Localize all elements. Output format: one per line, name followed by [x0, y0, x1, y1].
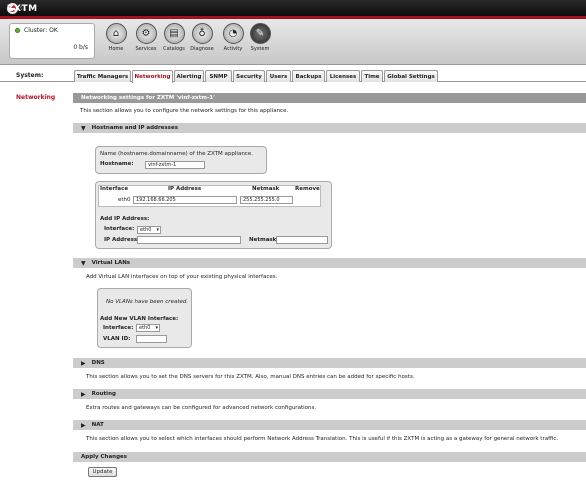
routing-section-title: Routing — [91, 391, 116, 397]
house-icon: ⌂ — [105, 23, 127, 44]
vlan-interface-label: Interface: — [103, 325, 134, 331]
apply-section-title: Apply Changes — [81, 454, 128, 460]
vlan-id-label: VLAN ID: — [103, 336, 131, 342]
apply-section-header: Apply Changes — [73, 452, 586, 462]
hostname-label: Hostname: — [100, 161, 134, 167]
nav-diagnose-button[interactable]: ♁ Diagnose — [189, 23, 215, 52]
col-ip-address: IP Address — [168, 186, 202, 192]
page-title: Networking settings for ZXTM 'vinf-zxtm-… — [73, 93, 586, 103]
services-icon: ⚙ — [135, 23, 157, 44]
col-interface: Interface — [100, 186, 129, 192]
col-remove: Remove — [295, 186, 320, 192]
vlan-desc: Add Virtual LAN interfaces on top of you… — [86, 274, 278, 280]
dns-desc: This section allows you to set the DNS s… — [86, 374, 415, 380]
nav-system-button[interactable]: ✎ System — [247, 23, 273, 52]
tab-global-settings[interactable]: Global Settings — [384, 70, 438, 82]
routing-desc: Extra routes and gateways can be configu… — [86, 405, 317, 411]
vlan-section-header[interactable]: ▼ Virtual LANs — [73, 258, 586, 268]
add-ip-title: Add IP Address: — [100, 216, 150, 222]
update-button[interactable]: Update — [88, 467, 117, 477]
row-interface: eth0 — [118, 197, 131, 203]
zxtm-logo: ZXTM 5.1 — [7, 3, 37, 14]
tab-alerting[interactable]: Alerting — [174, 70, 204, 82]
nav-home-button[interactable]: ⌂ Home — [103, 23, 129, 52]
tab-traffic-managers[interactable]: Traffic Managers — [74, 70, 131, 82]
hostname-section-header[interactable]: ▼ Hostname and IP addresses — [73, 123, 586, 133]
hostname-section-title: Hostname and IP addresses — [91, 125, 178, 131]
collapsed-arrow-icon: ▶ — [81, 359, 86, 367]
vlan-empty-text: No VLANs have been created. — [106, 299, 189, 305]
nav-system-label: System — [250, 46, 270, 52]
tab-backups[interactable]: Backups — [292, 70, 325, 82]
add-ip-address-input[interactable] — [137, 236, 241, 244]
page-title-text: Networking settings for ZXTM 'vinf-zxtm-… — [81, 95, 215, 101]
vlan-section-title: Virtual LANs — [91, 260, 131, 266]
nat-section-title: NAT — [91, 422, 104, 428]
add-ip-netmask-label: Netmask: — [249, 237, 279, 243]
cluster-status-box[interactable]: Cluster: OK 0 b/s — [9, 23, 95, 59]
gauge-icon: ◔ — [222, 23, 244, 44]
tab-licenses[interactable]: Licenses — [326, 70, 360, 82]
expanded-arrow-icon: ▼ — [81, 124, 86, 132]
add-ip-netmask-input[interactable] — [276, 236, 328, 244]
expanded-arrow-icon: ▼ — [81, 259, 86, 267]
tab-networking[interactable]: Networking — [132, 70, 173, 83]
dns-section-header[interactable]: ▶ DNS — [73, 358, 586, 368]
catalogs-icon: ▤ — [163, 23, 185, 44]
vlan-id-input[interactable] — [136, 335, 167, 343]
tab-users[interactable]: Users — [266, 70, 291, 82]
collapsed-arrow-icon: ▶ — [81, 421, 86, 429]
stethoscope-icon: ♁ — [191, 23, 213, 44]
add-ip-interface-label: Interface: — [104, 226, 135, 232]
top-bar — [0, 0, 586, 16]
routing-section-header[interactable]: ▶ Routing — [73, 389, 586, 399]
hostname-input[interactable]: vinf-zxtm-1 — [145, 161, 205, 169]
vlan-add-title: Add New VLAN Interface: — [100, 316, 179, 322]
tab-security[interactable]: Security — [233, 70, 265, 82]
collapsed-arrow-icon: ▶ — [81, 390, 86, 398]
throughput-text: 0 b/s — [73, 44, 88, 51]
sidebar-item-networking[interactable]: Networking — [16, 94, 55, 101]
wrench-icon: ✎ — [249, 23, 271, 44]
page-intro: This section allows you to configure the… — [80, 108, 289, 114]
row-netmask-input[interactable]: 255.255.255.0 — [240, 196, 293, 204]
tab-snmp[interactable]: SNMP — [205, 70, 232, 82]
col-netmask: Netmask — [252, 186, 280, 192]
add-ip-address-label: IP Address: — [104, 237, 140, 243]
vlan-interface-select[interactable]: eth0 — [136, 324, 160, 332]
cluster-status-text: Cluster: OK — [24, 27, 58, 34]
tab-time[interactable]: Time — [361, 70, 383, 82]
system-label: System: — [16, 72, 44, 79]
nat-section-header[interactable]: ▶ NAT — [73, 420, 586, 430]
dns-section-title: DNS — [91, 360, 105, 366]
status-ok-icon — [15, 28, 20, 33]
add-ip-interface-select[interactable]: eth0 — [137, 226, 161, 234]
nat-desc: This section allows you to select which … — [86, 436, 559, 442]
row-ip-input[interactable]: 192.168.66.205 — [133, 196, 237, 204]
logo-text: ZXTM — [7, 3, 38, 14]
hostname-desc: Name (hostname.domainname) of the ZXTM a… — [100, 151, 253, 157]
